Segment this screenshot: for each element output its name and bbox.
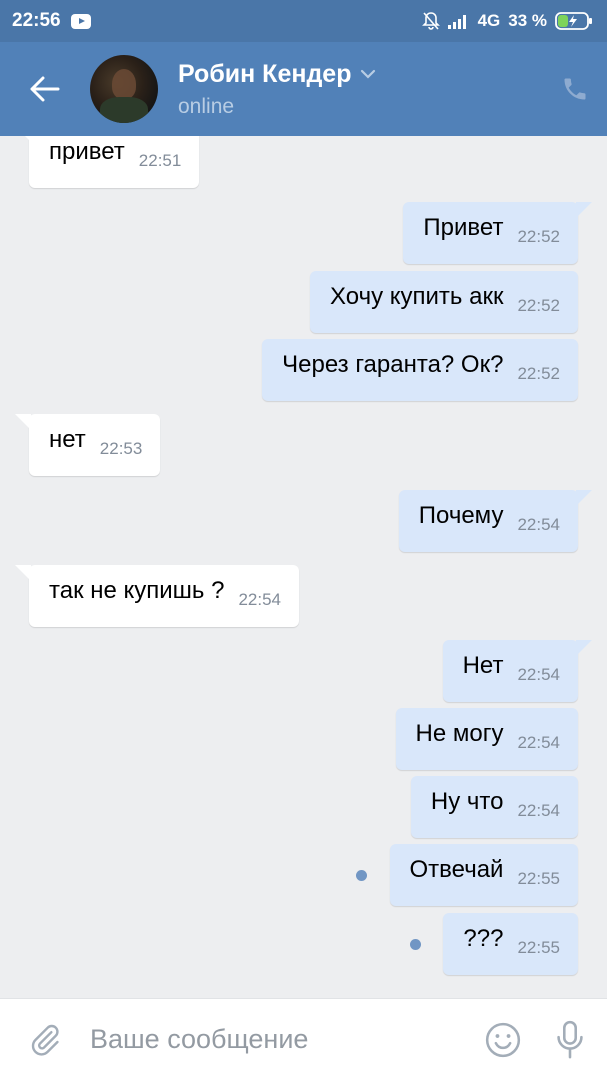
outgoing-message[interactable]: Привет 22:52 xyxy=(403,202,592,264)
battery-charging-icon xyxy=(555,11,593,31)
status-left: 22:56 xyxy=(12,10,91,32)
status-bar: 22:56 4G 33 % xyxy=(0,0,607,42)
chat-header: Робин Кендер online xyxy=(0,42,607,136)
signal-icon xyxy=(447,13,470,29)
emoji-icon xyxy=(485,1022,521,1057)
network-type: 4G xyxy=(477,11,501,30)
message-time: 22:52 xyxy=(517,227,560,246)
message-list[interactable]: привет 22:51 Привет 22:52 Хочу купить акк 22:… xyxy=(0,136,607,998)
back-button[interactable] xyxy=(0,42,90,136)
microphone-button[interactable] xyxy=(533,999,607,1080)
status-right: 4G 33 % xyxy=(421,11,593,31)
outgoing-message[interactable]: Хочу купить акк 22:52 xyxy=(310,271,578,333)
youtube-icon xyxy=(70,13,91,29)
incoming-message[interactable]: так не купишь ? 22:54 xyxy=(15,565,299,627)
message-time: 22:51 xyxy=(138,151,182,170)
outgoing-message[interactable]: Ну что 22:54 xyxy=(410,776,578,838)
chevron-down-icon xyxy=(360,69,375,79)
message-time: 22:54 xyxy=(517,665,560,684)
incoming-message[interactable]: привет 22:51 xyxy=(14,136,200,188)
outgoing-message[interactable]: Не могу 22:54 xyxy=(395,708,578,770)
back-arrow-icon xyxy=(30,76,60,102)
message-text: Почему xyxy=(418,502,504,529)
contact-info[interactable]: Робин Кендер online xyxy=(178,60,543,119)
message-text: Нет xyxy=(462,652,504,679)
call-button[interactable] xyxy=(543,42,607,136)
outgoing-message[interactable]: Почему 22:54 xyxy=(398,490,593,552)
message-text: привет xyxy=(49,138,125,165)
message-time: 22:55 xyxy=(517,869,560,888)
avatar[interactable] xyxy=(90,55,158,123)
message-text: Через гаранта? Ок? xyxy=(282,351,504,378)
phone-icon xyxy=(564,78,586,100)
unread-indicator xyxy=(356,870,367,881)
emoji-button[interactable] xyxy=(473,999,533,1080)
message-time: 22:55 xyxy=(517,938,560,957)
message-text: так не купишь ? xyxy=(49,577,225,604)
bell-off-icon xyxy=(421,11,440,31)
message-time: 22:54 xyxy=(517,733,560,752)
message-time: 22:53 xyxy=(99,439,143,458)
message-text: Отвечай xyxy=(409,856,504,883)
battery-percent: 33 % xyxy=(508,11,547,30)
message-text: Не могу xyxy=(415,720,504,747)
attach-button[interactable] xyxy=(0,999,90,1080)
outgoing-message[interactable]: ??? 22:55 xyxy=(443,913,578,975)
outgoing-message[interactable]: Нет 22:54 xyxy=(442,640,593,702)
message-input[interactable] xyxy=(90,1009,473,1070)
message-time: 22:54 xyxy=(517,515,560,534)
outgoing-message[interactable]: Отвечай 22:55 xyxy=(389,844,578,906)
message-text: Ну что xyxy=(430,788,504,815)
microphone-icon xyxy=(557,1020,583,1058)
message-text: ??? xyxy=(463,925,504,952)
message-time: 22:54 xyxy=(517,801,560,820)
message-time: 22:52 xyxy=(517,296,560,315)
incoming-message[interactable]: нет 22:53 xyxy=(14,414,161,476)
paperclip-icon xyxy=(31,1024,59,1056)
composer xyxy=(0,998,607,1080)
status-time: 22:56 xyxy=(12,10,61,31)
contact-name: Робин Кендер xyxy=(178,59,352,88)
contact-name-row: Робин Кендер xyxy=(178,60,543,89)
contact-status: online xyxy=(178,94,235,118)
message-time: 22:54 xyxy=(238,590,281,609)
message-text: Привет xyxy=(423,214,504,241)
unread-indicator xyxy=(410,939,421,950)
message-text: нет xyxy=(49,426,86,453)
message-time: 22:52 xyxy=(517,364,560,383)
message-text: Хочу купить акк xyxy=(330,283,504,310)
outgoing-message[interactable]: Через гаранта? Ок? 22:52 xyxy=(262,339,578,401)
